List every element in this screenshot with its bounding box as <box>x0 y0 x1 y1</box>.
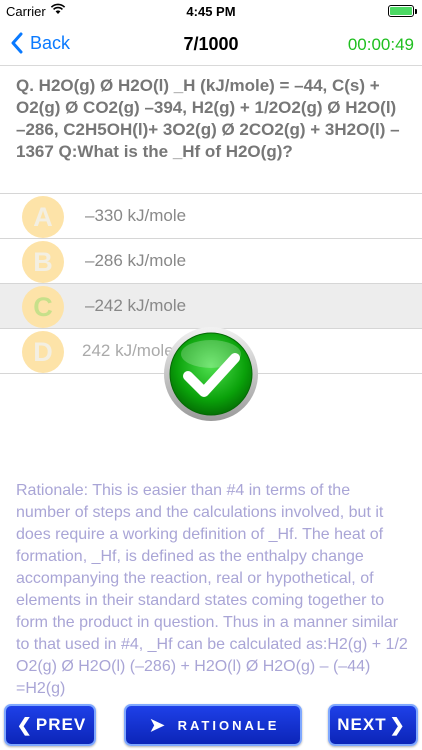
quiz-timer: 00:00:49 <box>347 35 414 54</box>
answer-option-c[interactable]: C –242 kJ/mole <box>0 284 422 329</box>
answer-text: –242 kJ/mole <box>85 296 187 315</box>
navigation-bar: Back 7/1000 00:00:49 <box>0 22 422 66</box>
answer-letter-badge: B <box>22 241 64 283</box>
answer-option-b[interactable]: B –286 kJ/mole <box>0 239 422 284</box>
chevron-left-icon: ❮ <box>16 714 33 735</box>
status-bar: Carrier 4:45 PM <box>0 0 422 22</box>
answer-text: –330 kJ/mole <box>85 206 187 225</box>
question-text: Q. H2O(g) Ø H2O(l) _H (kJ/mole) = –44, C… <box>16 76 400 161</box>
next-button[interactable]: NEXT ❯ <box>328 704 418 746</box>
chevron-right-icon: ➤ <box>149 714 168 735</box>
prev-button[interactable]: ❮ PREV <box>4 704 96 746</box>
rationale-text: Rationale: This is easier than #4 in ter… <box>16 482 408 697</box>
battery-icon <box>388 5 417 17</box>
next-label: NEXT <box>337 715 387 734</box>
chevron-right-icon: ❯ <box>389 714 406 735</box>
answer-text: 242 kJ/mole <box>82 341 174 360</box>
rationale-label: RATIONALE <box>177 717 280 733</box>
answer-text: –286 kJ/mole <box>85 251 187 270</box>
answer-letter-badge: A <box>22 196 64 238</box>
bottom-toolbar: ❮ PREV ➤ RATIONALE NEXT ❯ <box>0 700 422 750</box>
answer-option-a[interactable]: A –330 kJ/mole <box>0 194 422 239</box>
rationale-button[interactable]: ➤ RATIONALE <box>124 704 302 746</box>
checkmark-icon <box>164 327 258 421</box>
status-time: 4:45 PM <box>186 4 236 19</box>
answer-letter-badge: D <box>22 331 64 373</box>
answer-letter-badge: C <box>22 286 64 328</box>
prev-label: PREV <box>35 715 87 734</box>
